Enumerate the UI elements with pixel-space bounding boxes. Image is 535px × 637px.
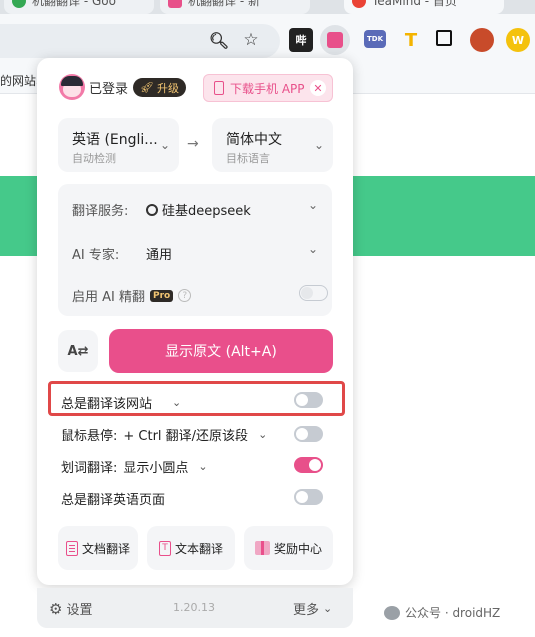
chevron-down-icon[interactable]: ⌄ bbox=[258, 428, 267, 441]
browser-tab-3[interactable]: TeaMind - 首页 bbox=[344, 0, 504, 14]
hover-row: 鼠标悬停: + Ctrl 翻译/还原该段 ⌄ bbox=[61, 425, 267, 444]
text-translate-label: 文本翻译 bbox=[174, 541, 223, 556]
always-translate-english-row: 总是翻译英语页面 bbox=[61, 489, 165, 508]
watermark-text: 公众号 · droidHZ bbox=[405, 606, 501, 620]
upgrade-button[interactable]: 🚀︎ 升级 bbox=[133, 78, 186, 97]
expert-value: 通用 bbox=[146, 248, 173, 263]
gear-icon: ⚙ bbox=[49, 599, 63, 618]
chevron-down-icon[interactable]: ⌄ bbox=[308, 198, 318, 212]
always-translate-english-toggle[interactable] bbox=[294, 489, 323, 505]
tab-title: TeaMind - 首页 bbox=[372, 0, 457, 8]
pro-badge: Pro bbox=[150, 289, 174, 302]
source-language-name: 英语 (Engli... bbox=[72, 132, 158, 148]
translate-toggle-button[interactable]: A⇄ bbox=[58, 330, 98, 372]
tab-strip: 机翻翻译 - Goo 机翻翻译 - 新 TeaMind - 首页 bbox=[0, 0, 535, 14]
translate-swap-icon: A⇄ bbox=[67, 343, 89, 359]
phone-icon bbox=[214, 81, 224, 95]
hover-toggle[interactable] bbox=[294, 426, 323, 442]
always-translate-site-toggle[interactable] bbox=[294, 392, 323, 408]
tab-favicon-icon bbox=[168, 0, 182, 8]
colorful-extension-icon[interactable] bbox=[470, 28, 494, 52]
hover-label: 鼠标悬停: bbox=[61, 429, 118, 444]
chevron-down-icon[interactable]: ⌄ bbox=[198, 460, 207, 473]
always-translate-english-label: 总是翻译英语页面 bbox=[61, 493, 166, 508]
more-label: 更多 bbox=[293, 603, 320, 618]
hover-value[interactable]: + Ctrl 翻译/还原该段 bbox=[123, 425, 248, 444]
expert-select[interactable]: 通用 bbox=[146, 244, 172, 263]
tab-title: 机翻翻译 - 新 bbox=[188, 0, 260, 8]
tab-favicon-icon bbox=[352, 0, 366, 8]
text-icon: T bbox=[158, 540, 171, 556]
t-extension-icon[interactable]: T bbox=[399, 28, 423, 52]
chevron-down-icon[interactable]: ⌄ bbox=[308, 242, 318, 256]
download-app-label: 下载手机 APP bbox=[230, 81, 305, 96]
document-translate-label: 文档翻译 bbox=[81, 541, 130, 556]
target-language-sub: 目标语言 bbox=[226, 152, 270, 165]
bookmark-star-icon[interactable]: ☆ bbox=[239, 28, 263, 52]
document-icon bbox=[65, 540, 78, 556]
source-language-select[interactable]: 英语 (Engli... 自动检测 ⌄ bbox=[58, 118, 179, 172]
service-settings-panel: 翻译服务: 硅基deepseek ⌄ AI 专家: 通用 ⌄ 启用 AI 精翻 … bbox=[58, 184, 332, 316]
always-translate-site-label: 总是翻译该网站 bbox=[61, 397, 153, 412]
tab-title: 机翻翻译 - Goo bbox=[32, 0, 116, 8]
wechat-icon bbox=[384, 605, 400, 620]
show-original-label: 显示原文 (Alt+A) bbox=[165, 344, 277, 360]
translate-extension-icon[interactable] bbox=[320, 25, 350, 55]
service-value: 硅基deepseek bbox=[162, 204, 251, 219]
settings-button[interactable]: ⚙ 设置 bbox=[49, 599, 93, 619]
login-status: 已登录 bbox=[89, 82, 129, 97]
gift-icon bbox=[254, 541, 270, 555]
show-original-button[interactable]: 显示原文 (Alt+A) bbox=[109, 329, 333, 373]
always-translate-site-row[interactable]: 总是翻译该网站 ⌄ bbox=[61, 393, 181, 412]
arrow-right-icon: → bbox=[187, 136, 199, 152]
text-translate-button[interactable]: T 文本翻译 bbox=[147, 526, 235, 570]
settings-label: 设置 bbox=[66, 603, 93, 618]
selection-toggle[interactable] bbox=[294, 457, 323, 473]
bilibili-extension-icon[interactable]: 哔 bbox=[289, 28, 313, 52]
watermark: 公众号 · droidHZ bbox=[384, 604, 500, 621]
zoom-icon[interactable]: 🔍︎ bbox=[207, 28, 231, 52]
translate-popup: 已登录 🚀︎ 升级 下载手机 APP ✕ 英语 (Engli... 自动检测 ⌄… bbox=[37, 58, 353, 585]
selection-row: 划词翻译: 显示小圆点 ⌄ bbox=[61, 457, 208, 476]
close-icon[interactable]: ✕ bbox=[310, 80, 326, 96]
chevron-down-icon: ⌄ bbox=[323, 602, 333, 615]
chevron-down-icon: ⌄ bbox=[314, 138, 325, 152]
source-language-sub: 自动检测 bbox=[72, 152, 116, 165]
ai-refine-label: 启用 AI 精翻 bbox=[72, 290, 145, 305]
browser-tab-1[interactable]: 机翻翻译 - Goo bbox=[4, 0, 154, 14]
deepseek-logo-icon bbox=[146, 203, 158, 216]
rewards-button[interactable]: 奖励中心 bbox=[244, 526, 333, 570]
rocket-icon: 🚀︎ bbox=[140, 81, 154, 94]
version-label: 1.20.13 bbox=[173, 601, 215, 614]
ai-refine-toggle[interactable] bbox=[299, 285, 328, 301]
tdk-extension-icon[interactable]: TDK bbox=[364, 30, 386, 48]
target-language-name: 简体中文 bbox=[226, 132, 282, 148]
chevron-down-icon: ⌄ bbox=[160, 138, 171, 152]
service-select[interactable]: 硅基deepseek bbox=[146, 200, 251, 219]
translate-logo-icon bbox=[327, 32, 343, 48]
help-icon[interactable]: ? bbox=[178, 289, 192, 302]
expert-label: AI 专家: bbox=[72, 248, 120, 263]
rewards-label: 奖励中心 bbox=[273, 541, 322, 556]
w-extension-icon[interactable]: W bbox=[506, 28, 530, 52]
sidebar-extension-icon[interactable] bbox=[436, 30, 452, 46]
selection-value[interactable]: 显示小圆点 bbox=[123, 457, 188, 476]
service-label: 翻译服务: bbox=[72, 204, 129, 219]
address-bar[interactable] bbox=[0, 24, 280, 58]
document-translate-button[interactable]: 文档翻译 bbox=[58, 526, 138, 570]
tab-favicon-icon bbox=[12, 0, 26, 8]
user-avatar[interactable] bbox=[59, 74, 85, 100]
browser-tab-2[interactable]: 机翻翻译 - 新 bbox=[160, 0, 310, 14]
selection-label: 划词翻译: bbox=[61, 461, 118, 476]
more-button[interactable]: 更多 ⌄ bbox=[293, 599, 332, 618]
popup-footer: ⚙ 设置 1.20.13 更多 ⌄ bbox=[37, 588, 353, 628]
ai-refine-row: 启用 AI 精翻 Pro ? bbox=[72, 286, 192, 305]
download-app-button[interactable]: 下载手机 APP ✕ bbox=[203, 74, 333, 102]
chevron-down-icon[interactable]: ⌄ bbox=[172, 396, 181, 409]
upgrade-label: 升级 bbox=[156, 81, 179, 95]
target-language-select[interactable]: 简体中文 目标语言 ⌄ bbox=[212, 118, 333, 172]
